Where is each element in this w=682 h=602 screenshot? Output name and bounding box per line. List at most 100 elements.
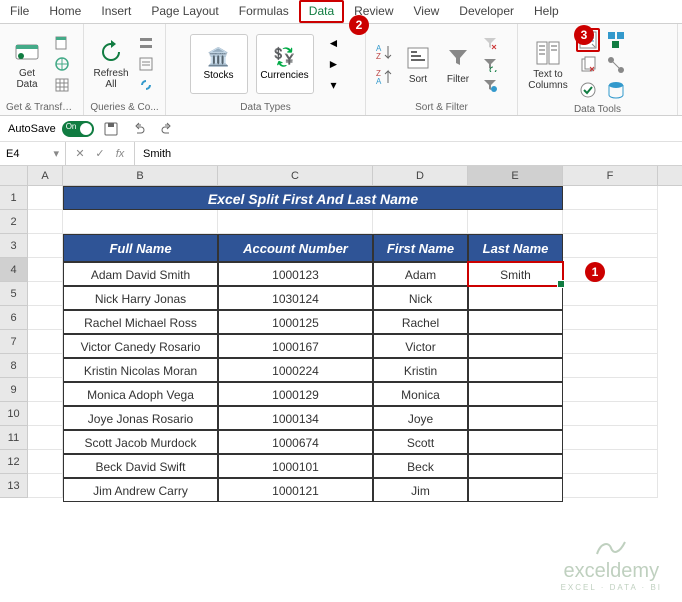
row-header-8[interactable]: 8 <box>0 354 28 378</box>
cell-lastname[interactable] <box>468 382 563 406</box>
cell-fullname[interactable]: Joye Jonas Rosario <box>63 406 218 430</box>
manage-data-model-button[interactable] <box>604 78 628 102</box>
tab-help[interactable]: Help <box>524 0 569 23</box>
tab-insert[interactable]: Insert <box>91 0 141 23</box>
cell-lastname[interactable] <box>468 310 563 334</box>
remove-duplicates-button[interactable] <box>576 53 600 77</box>
reapply-filter-icon[interactable] <box>480 54 500 74</box>
cell-fullname[interactable]: Jim Andrew Carry <box>63 478 218 502</box>
tab-formulas[interactable]: Formulas <box>229 0 299 23</box>
cell[interactable] <box>28 402 63 426</box>
refresh-all-button[interactable]: Refresh All <box>90 30 132 98</box>
sort-za-button[interactable]: ZA <box>372 65 396 89</box>
cell[interactable] <box>563 354 658 378</box>
from-web-icon[interactable] <box>52 54 72 74</box>
cell[interactable] <box>563 234 658 258</box>
formula-input[interactable]: Smith <box>135 148 682 160</box>
get-data-button[interactable]: Get Data <box>6 30 48 98</box>
cell-fullname[interactable]: Beck David Swift <box>63 454 218 478</box>
cell-fullname[interactable]: Adam David Smith <box>63 262 218 286</box>
col-header-D[interactable]: D <box>373 166 468 185</box>
row-header-6[interactable]: 6 <box>0 306 28 330</box>
stocks-button[interactable]: 🏛️ Stocks <box>190 34 248 94</box>
cell-account[interactable]: 1000224 <box>218 358 373 382</box>
col-header-E[interactable]: E <box>468 166 563 185</box>
cell[interactable] <box>563 282 658 306</box>
row-header-3[interactable]: 3 <box>0 234 28 258</box>
row-header-12[interactable]: 12 <box>0 450 28 474</box>
cell-firstname[interactable]: Nick <box>373 286 468 310</box>
col-header-A[interactable]: A <box>28 166 63 185</box>
cell-firstname[interactable]: Jim <box>373 478 468 502</box>
header-firstname[interactable]: First Name <box>373 234 468 262</box>
cell[interactable] <box>28 306 63 330</box>
col-header-B[interactable]: B <box>63 166 218 185</box>
currencies-button[interactable]: 💱 Currencies <box>256 34 314 94</box>
cell[interactable] <box>28 474 63 498</box>
row-header-9[interactable]: 9 <box>0 378 28 402</box>
tab-view[interactable]: View <box>404 0 450 23</box>
row-header-2[interactable]: 2 <box>0 210 28 234</box>
row-header-4[interactable]: 4 <box>0 258 28 282</box>
cell-lastname[interactable] <box>468 334 563 358</box>
clear-filter-icon[interactable] <box>480 33 500 53</box>
cell-account[interactable]: 1000121 <box>218 478 373 502</box>
cell[interactable] <box>563 378 658 402</box>
cell-firstname[interactable]: Beck <box>373 454 468 478</box>
consolidate-button[interactable] <box>604 28 628 52</box>
data-validation-button[interactable] <box>576 78 600 102</box>
cell-lastname[interactable] <box>468 286 563 310</box>
cell-account[interactable]: 1030124 <box>218 286 373 310</box>
cell-firstname[interactable]: Adam <box>373 262 468 286</box>
cell-lastname[interactable] <box>468 454 563 478</box>
filter-button[interactable]: Filter <box>440 30 476 98</box>
cell-lastname[interactable] <box>468 406 563 430</box>
autosave-toggle[interactable]: On <box>62 121 94 137</box>
row-header-13[interactable]: 13 <box>0 474 28 498</box>
cell[interactable] <box>563 426 658 450</box>
cell[interactable] <box>28 378 63 402</box>
row-header-5[interactable]: 5 <box>0 282 28 306</box>
row-header-11[interactable]: 11 <box>0 426 28 450</box>
header-fullname[interactable]: Full Name <box>63 234 218 262</box>
cell-account[interactable]: 1000129 <box>218 382 373 406</box>
cell[interactable] <box>28 354 63 378</box>
tab-home[interactable]: Home <box>39 0 91 23</box>
cell-fullname[interactable]: Victor Canedy Rosario <box>63 334 218 358</box>
enter-formula-icon[interactable]: ✓ <box>92 146 108 162</box>
cell-lastname[interactable]: Smith <box>468 262 563 286</box>
tab-data[interactable]: Data <box>299 0 344 23</box>
edit-links-icon[interactable] <box>136 75 156 95</box>
cell-firstname[interactable]: Rachel <box>373 310 468 334</box>
cell[interactable] <box>28 330 63 354</box>
cell-firstname[interactable]: Kristin <box>373 358 468 382</box>
sort-button[interactable]: Sort <box>400 30 436 98</box>
cell-account[interactable]: 1000125 <box>218 310 373 334</box>
cell[interactable] <box>563 450 658 474</box>
cell-lastname[interactable] <box>468 358 563 382</box>
header-account[interactable]: Account Number <box>218 234 373 262</box>
cell-account[interactable]: 1000101 <box>218 454 373 478</box>
properties-icon[interactable] <box>136 54 156 74</box>
cell-fullname[interactable]: Scott Jacob Murdock <box>63 430 218 454</box>
cell[interactable] <box>28 426 63 450</box>
cell[interactable] <box>28 210 63 234</box>
tab-page-layout[interactable]: Page Layout <box>141 0 228 23</box>
save-button[interactable] <box>100 118 122 140</box>
undo-button[interactable] <box>128 118 150 140</box>
cell-fullname[interactable]: Nick Harry Jonas <box>63 286 218 310</box>
name-box-dropdown-icon[interactable]: ▾ <box>53 147 59 160</box>
header-lastname[interactable]: Last Name <box>468 234 563 262</box>
cell-firstname[interactable]: Monica <box>373 382 468 406</box>
data-types-expand[interactable]: ▾ <box>324 75 344 95</box>
redo-button[interactable] <box>156 118 178 140</box>
row-header-1[interactable]: 1 <box>0 186 28 210</box>
col-header-F[interactable]: F <box>563 166 658 185</box>
cell-fullname[interactable]: Monica Adoph Vega <box>63 382 218 406</box>
cell[interactable] <box>563 258 658 282</box>
cell-account[interactable]: 1000167 <box>218 334 373 358</box>
cell[interactable] <box>563 474 658 498</box>
text-to-columns-button[interactable]: Text to Columns <box>524 31 572 99</box>
cell-account[interactable]: 1000674 <box>218 430 373 454</box>
cell-firstname[interactable]: Victor <box>373 334 468 358</box>
